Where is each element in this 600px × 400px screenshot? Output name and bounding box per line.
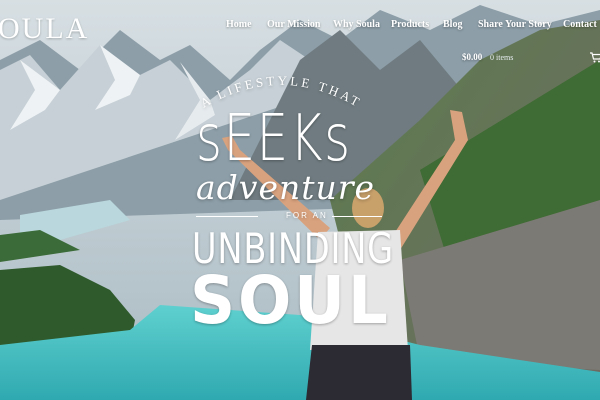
cart-total: $0.00 — [462, 52, 483, 62]
nav-our-mission[interactable]: Our Mission — [267, 19, 320, 30]
site-logo[interactable]: OULA — [0, 12, 89, 46]
nav-contact[interactable]: Contact — [563, 19, 597, 30]
nav-share-your-story[interactable]: Share Your Story — [478, 19, 552, 30]
nav-blog[interactable]: Blog — [443, 19, 462, 30]
nav-products[interactable]: Products — [391, 19, 429, 30]
nav-why-soula[interactable]: Why Soula — [333, 19, 380, 30]
mini-cart[interactable]: $0.00 0 items — [462, 52, 600, 66]
hero-banner: OULA Home Our Mission Why Soula Products… — [0, 0, 600, 400]
nav-home[interactable]: Home — [226, 19, 252, 30]
cart-icon[interactable] — [590, 52, 600, 63]
cart-item-count: 0 items — [490, 53, 514, 62]
main-nav: Home Our Mission Why Soula Products Blog… — [210, 19, 600, 35]
